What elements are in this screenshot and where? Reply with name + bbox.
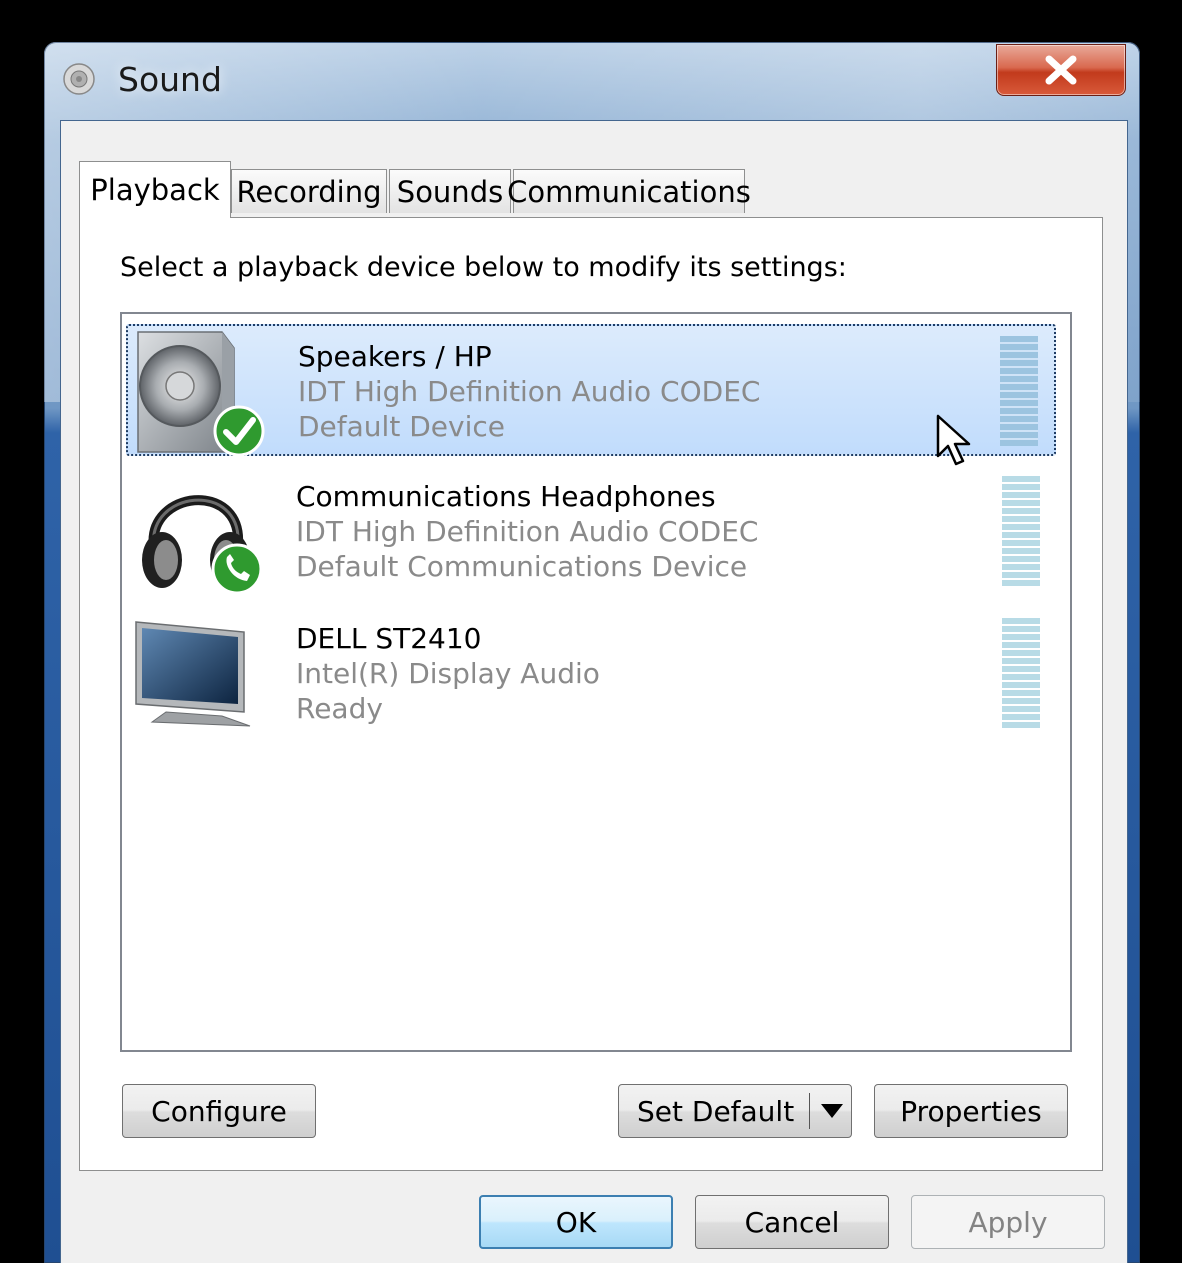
device-status: Default Communications Device (296, 550, 748, 583)
monitor-icon (135, 621, 251, 727)
playback-panel: Select a playback device below to modify… (79, 217, 1103, 1171)
device-driver: IDT High Definition Audio CODEC (298, 375, 761, 408)
device-driver: Intel(R) Display Audio (296, 657, 600, 690)
device-status: Default Device (298, 410, 505, 443)
instruction-text: Select a playback device below to modify… (120, 252, 847, 283)
device-item-dell-monitor[interactable]: DELL ST2410 Intel(R) Display Audio Ready (126, 608, 1056, 740)
device-name: DELL ST2410 (296, 622, 482, 655)
device-name: Speakers / HP (298, 340, 492, 373)
cancel-button[interactable]: Cancel (695, 1195, 889, 1249)
tab-sounds[interactable]: Sounds (389, 169, 511, 213)
title-bar[interactable]: Sound (44, 42, 1140, 120)
sound-icon (63, 63, 95, 95)
device-name: Communications Headphones (296, 480, 716, 513)
level-meter (1002, 476, 1040, 586)
device-list[interactable]: Speakers / HP IDT High Definition Audio … (120, 312, 1072, 1052)
device-item-speakers[interactable]: Speakers / HP IDT High Definition Audio … (126, 324, 1056, 457)
window-title: Sound (118, 60, 222, 99)
close-button[interactable] (996, 44, 1126, 96)
device-status: Ready (296, 692, 383, 725)
properties-button[interactable]: Properties (874, 1084, 1068, 1138)
tab-communications[interactable]: Communications (507, 169, 751, 213)
tab-recording[interactable]: Recording (231, 169, 387, 213)
set-default-button[interactable]: Set Default (618, 1084, 852, 1138)
ok-button[interactable]: OK (479, 1195, 673, 1249)
split-separator (809, 1093, 810, 1129)
device-item-headphones[interactable]: Communications Headphones IDT High Defin… (126, 466, 1056, 598)
level-meter (1002, 618, 1040, 728)
chevron-down-icon[interactable] (819, 1102, 845, 1120)
sound-dialog: Sound Playback Recording Sounds Communic… (44, 42, 1140, 1263)
phone-badge-icon (211, 543, 263, 595)
device-driver: IDT High Definition Audio CODEC (296, 515, 759, 548)
dialog-client-area: Playback Recording Sounds Communications… (60, 120, 1128, 1263)
default-check-icon (213, 405, 265, 457)
mouse-cursor-icon (936, 414, 971, 466)
set-default-label: Set Default (637, 1094, 795, 1128)
level-meter (1000, 336, 1038, 446)
apply-button: Apply (911, 1195, 1105, 1249)
configure-button[interactable]: Configure (122, 1084, 316, 1138)
close-icon (1045, 55, 1077, 85)
tab-playback[interactable]: Playback (79, 161, 231, 218)
